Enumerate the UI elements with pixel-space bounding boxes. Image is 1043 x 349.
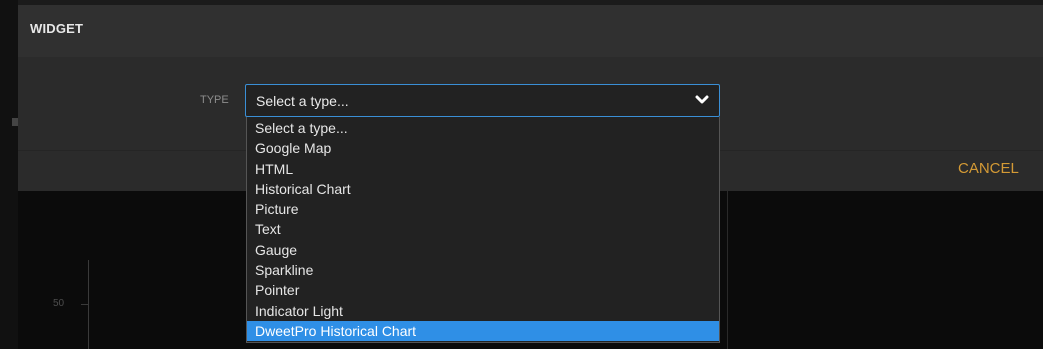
chevron-down-icon — [695, 95, 709, 104]
type-select[interactable]: Select a type... — [245, 84, 720, 117]
type-label: TYPE — [200, 94, 229, 106]
dropdown-option[interactable]: DweetPro Historical Chart — [247, 320, 719, 342]
dropdown-option[interactable]: Gauge — [247, 240, 719, 260]
background-divider — [727, 190, 728, 349]
dialog-header: WIDGET — [18, 0, 1043, 57]
dropdown-option[interactable]: Picture — [247, 199, 719, 219]
dropdown-option[interactable]: Text — [247, 219, 719, 239]
cancel-button[interactable]: CANCEL — [958, 160, 1019, 177]
background-chart-axis — [88, 260, 89, 349]
dropdown-option[interactable]: Sparkline — [247, 260, 719, 280]
background-panel-edge — [0, 0, 18, 349]
dropdown-option[interactable]: Indicator Light — [247, 301, 719, 321]
dropdown-option[interactable]: Historical Chart — [247, 179, 719, 199]
dropdown-option[interactable]: Google Map — [247, 138, 719, 158]
type-dropdown-list: Select a type... Google Map HTML Historical… — [246, 117, 720, 343]
dialog-title: WIDGET — [30, 21, 84, 36]
dropdown-option[interactable]: Pointer — [247, 280, 719, 300]
dropdown-option[interactable]: Select a type... — [247, 118, 719, 138]
background-chart-tick-label: 50 — [53, 298, 65, 309]
type-select-value: Select a type... — [256, 93, 349, 109]
dropdown-option[interactable]: HTML — [247, 159, 719, 179]
background-chart-tick — [81, 304, 88, 305]
